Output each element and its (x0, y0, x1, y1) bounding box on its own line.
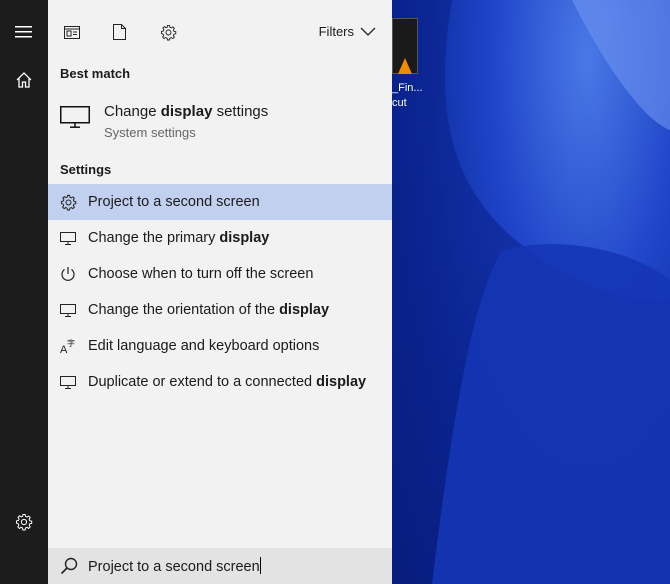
language-icon: A字 (58, 336, 78, 356)
settings-result-label: Choose when to turn off the screen (88, 266, 314, 282)
shortcut-label-2: cut (392, 97, 407, 109)
hamburger-menu-icon (15, 26, 32, 38)
settings-result-item[interactable]: Project to a second screen (48, 184, 392, 220)
search-icon (60, 557, 78, 575)
settings-result-item[interactable]: Change the primary display (48, 220, 392, 256)
best-match-title-prefix: Change (104, 103, 161, 120)
start-rail (0, 0, 48, 584)
settings-results-list: Project to a second screen Change the pri… (48, 184, 392, 400)
settings-button[interactable] (0, 498, 48, 546)
desktop-background: _Fin... cut (392, 0, 670, 584)
settings-result-label: Project to a second screen (88, 194, 260, 210)
filters-button[interactable]: Filters (319, 24, 376, 39)
settings-result-item[interactable]: Duplicate or extend to a connected displ… (48, 364, 392, 400)
search-box[interactable]: Project to a second screen (48, 548, 392, 584)
best-match-title-suffix: settings (212, 103, 269, 120)
apps-icon (64, 25, 80, 39)
search-input-value: Project to a second screen (88, 559, 260, 575)
settings-result-item[interactable]: A 字 Edit language and keyboard options (48, 328, 392, 364)
search-input[interactable]: Project to a second screen (88, 557, 261, 575)
best-match-title: Change display settings (104, 103, 268, 120)
menu-button[interactable] (0, 8, 48, 56)
monitor-icon (58, 372, 78, 392)
home-icon (16, 72, 32, 88)
filters-label: Filters (318, 24, 354, 39)
apps-filter-button[interactable] (62, 22, 82, 42)
vlc-cone-icon (398, 58, 412, 74)
best-match-heading: Best match (60, 66, 131, 81)
settings-result-label: Change the orientation of the display (88, 302, 330, 318)
settings-heading: Settings (60, 162, 112, 177)
power-icon (58, 264, 78, 284)
wallpaper-art (392, 0, 670, 584)
settings-result-label: Edit language and keyboard options (88, 338, 320, 354)
search-panel: Filters Best match Change display settin… (48, 0, 392, 584)
monitor-icon (58, 228, 78, 248)
best-match-subtitle: System settings (104, 125, 196, 140)
home-button[interactable] (0, 56, 48, 104)
search-topbar: Filters (48, 0, 392, 62)
gear-icon (160, 24, 176, 40)
monitor-icon (60, 106, 90, 128)
chevron-down-icon (360, 27, 376, 36)
settings-result-item[interactable]: Choose when to turn off the screen (48, 256, 392, 292)
gear-icon (16, 514, 33, 531)
svg-text:字: 字 (67, 338, 75, 348)
documents-filter-button[interactable] (109, 22, 129, 42)
document-icon (112, 24, 126, 40)
gear-icon (58, 192, 78, 212)
best-match-title-bold: display (160, 103, 213, 120)
best-match-result[interactable]: Change display settings System settings (48, 92, 392, 144)
settings-result-label: Duplicate or extend to a connected displ… (88, 374, 367, 390)
settings-result-label: Change the primary display (88, 230, 270, 246)
settings-filter-button[interactable] (158, 22, 178, 42)
text-caret (259, 557, 261, 574)
settings-result-item[interactable]: Change the orientation of the display (48, 292, 392, 328)
monitor-icon (58, 300, 78, 320)
shortcut-label: _Fin... (392, 82, 423, 94)
